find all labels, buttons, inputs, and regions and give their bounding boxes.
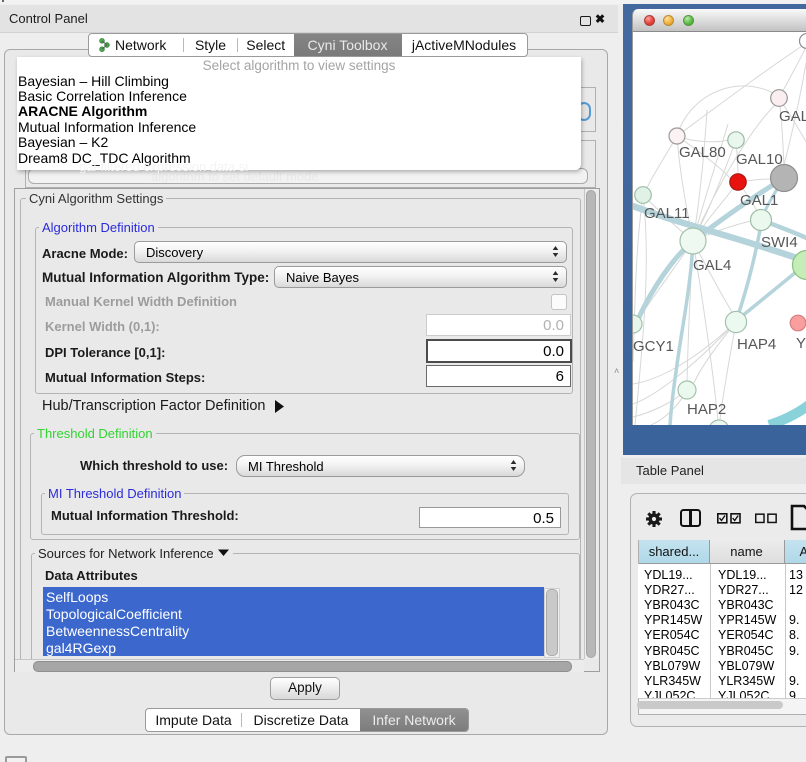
svg-text:SWI4: SWI4 <box>761 234 798 251</box>
svg-text:GAL1: GAL1 <box>740 192 778 209</box>
svg-text:GAL80: GAL80 <box>679 144 726 161</box>
svg-text:GAL10: GAL10 <box>736 151 783 168</box>
svg-text:HAP2: HAP2 <box>687 401 726 418</box>
svg-text:GAL7: GAL7 <box>779 108 806 125</box>
svg-text:GCY1: GCY1 <box>633 338 674 355</box>
svg-text:GAL11: GAL11 <box>644 205 690 222</box>
svg-text:Y: Y <box>796 335 806 352</box>
svg-text:HAP4: HAP4 <box>737 336 776 353</box>
svg-text:GAL4: GAL4 <box>693 257 731 274</box>
